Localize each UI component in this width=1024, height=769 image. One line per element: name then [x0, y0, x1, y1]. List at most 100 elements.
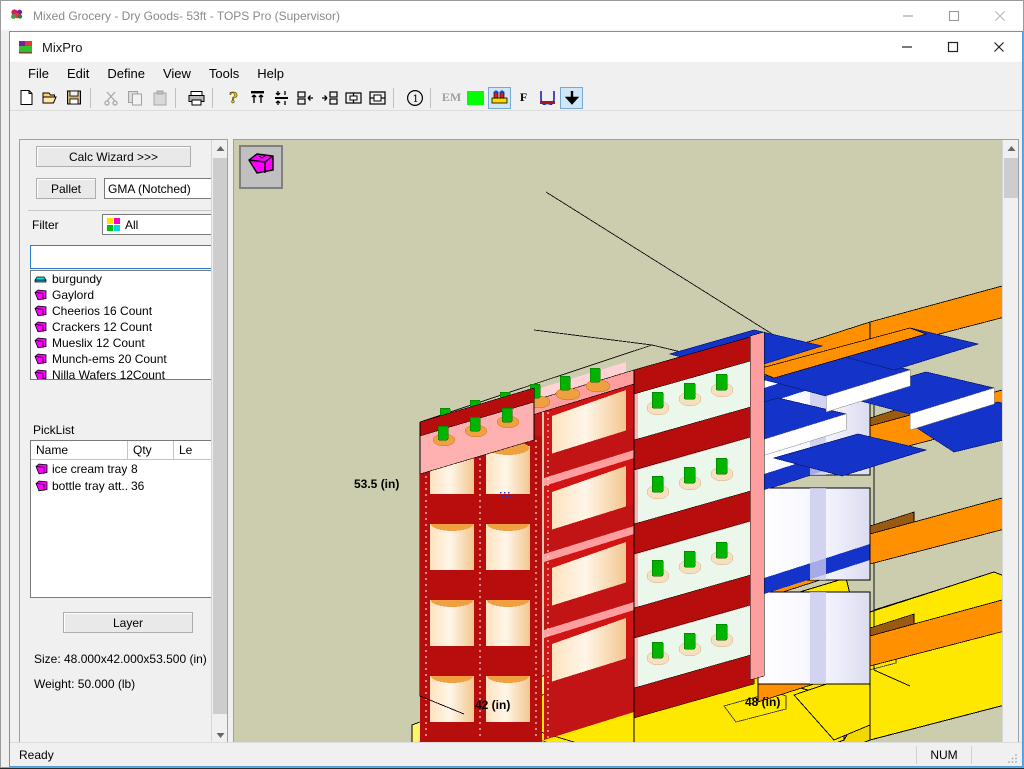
left-panel: Calc Wizard >>> Pallet GMA (Notched) Fil…: [19, 139, 229, 761]
view-3d-button[interactable]: [239, 145, 283, 189]
picklist-cell-qty: 8: [131, 461, 138, 476]
menu-define[interactable]: Define: [98, 64, 154, 83]
pallet-load-icon[interactable]: [488, 86, 511, 109]
menu-tools[interactable]: Tools: [200, 64, 248, 83]
pallet-type-combo[interactable]: GMA (Notched): [104, 178, 212, 199]
status-text: Ready: [19, 747, 54, 762]
mixpro-titlebar[interactable]: MixPro: [10, 32, 1022, 62]
list-item[interactable]: Nilla Wafers 12Count: [31, 367, 212, 379]
toolbar: ? 1 EM F: [10, 85, 1022, 111]
menu-help[interactable]: Help: [248, 64, 293, 83]
width-dimension-label: 48 (in): [745, 695, 781, 709]
clipboard-paste-icon[interactable]: [148, 87, 171, 109]
layer-button[interactable]: Layer: [63, 612, 193, 633]
circled-one-icon[interactable]: 1: [403, 87, 426, 109]
align-right-icon[interactable]: [318, 87, 341, 109]
list-item[interactable]: Munch-ems 20 Count: [31, 351, 212, 367]
statusbar: Ready NUM: [10, 742, 1022, 766]
object-name-input[interactable]: [30, 245, 212, 269]
list-item[interactable]: burgundy: [31, 271, 212, 287]
mixpro-maximize-button[interactable]: [930, 32, 976, 62]
client-area: Calc Wizard >>> Pallet GMA (Notched) Fil…: [15, 114, 1019, 761]
box-icon: [34, 369, 47, 379]
new-document-icon[interactable]: [15, 87, 38, 109]
open-folder-icon[interactable]: [39, 87, 62, 109]
floppy-save-icon[interactable]: [63, 87, 86, 109]
color-swatch-button[interactable]: [464, 87, 487, 109]
table-row[interactable]: bottle tray att... 36 1: [31, 477, 212, 494]
toolbar-separator: [90, 87, 97, 108]
viewport-scroll-thumb[interactable]: [1004, 158, 1018, 198]
menu-edit[interactable]: Edit: [58, 64, 98, 83]
outer-titlebar[interactable]: Mixed Grocery - Dry Goods- 53ft - TOPS P…: [1, 1, 1023, 31]
left-panel-scroll-thumb[interactable]: [213, 158, 227, 714]
left-panel-vertical-scrollbar[interactable]: [211, 140, 227, 744]
picklist-label: PickList: [33, 423, 75, 437]
align-top-icon[interactable]: [246, 87, 269, 109]
mixpro-caption-buttons: [884, 32, 1022, 62]
align-left-icon[interactable]: [294, 87, 317, 109]
box-icon: [34, 305, 47, 317]
picklist-column-name[interactable]: Name: [31, 441, 127, 459]
table-row[interactable]: ice cream tray 8 2: [31, 460, 212, 477]
menu-file[interactable]: File: [19, 64, 58, 83]
picklist-table[interactable]: Name Qty Le ice cream tray 8 bottle tray…: [30, 440, 212, 598]
mixpro-minimize-button[interactable]: [884, 32, 930, 62]
window-resize-grip-icon[interactable]: [1007, 751, 1018, 763]
list-item-label: Cheerios 16 Count: [52, 304, 153, 318]
align-center-icon[interactable]: [270, 87, 293, 109]
picklist-column-qty[interactable]: Qty: [127, 441, 173, 459]
box-icon: [34, 353, 47, 365]
picklist-column-le[interactable]: Le: [173, 441, 212, 459]
copy-icon[interactable]: [124, 87, 147, 109]
mixpro-close-button[interactable]: [976, 32, 1022, 62]
box-icon: [34, 337, 47, 349]
outer-minimize-button[interactable]: [885, 1, 931, 31]
menu-view[interactable]: View: [154, 64, 200, 83]
distribute-vertical-icon[interactable]: [366, 87, 389, 109]
distribute-horizontal-icon[interactable]: [342, 87, 365, 109]
bottle-cases-right: [633, 331, 765, 719]
weight-text: Weight: 50.000 (lb): [34, 677, 136, 691]
object-list[interactable]: burgundy Gaylord Cheerios 16 Count Crack…: [30, 270, 212, 380]
list-item-label: burgundy: [52, 272, 103, 286]
printer-icon[interactable]: [185, 87, 208, 109]
calc-wizard-button[interactable]: Calc Wizard >>>: [36, 146, 191, 167]
toolbar-separator: [430, 87, 437, 108]
magenta-box-icon: [246, 151, 276, 184]
list-item[interactable]: Cheerios 16 Count: [31, 303, 212, 319]
f-label: F: [519, 90, 528, 104]
picklist-cell-name: bottle tray att...: [52, 478, 127, 493]
num-lock-indicator: NUM: [916, 746, 972, 764]
list-item[interactable]: Gaylord: [31, 287, 212, 303]
pallet-3d-viewport[interactable]: 53.5 (in) 42 (in) 48 (in): [233, 139, 1019, 761]
box-icon: [34, 321, 47, 333]
outer-maximize-button[interactable]: [931, 1, 977, 31]
size-text: Size: 48.000x42.000x53.500 (in): [34, 652, 207, 666]
viewport-vertical-scrollbar[interactable]: [1002, 140, 1018, 760]
filter-combo[interactable]: All: [102, 214, 212, 235]
box-icon: [35, 480, 48, 492]
list-item[interactable]: Mueslix 12 Count: [31, 335, 212, 351]
height-dimension-label: 53.5 (in): [354, 477, 400, 491]
scissors-icon[interactable]: [100, 87, 123, 109]
picklist-cell-qty: 36: [131, 478, 145, 493]
outer-window-title: Mixed Grocery - Dry Goods- 53ft - TOPS P…: [33, 9, 340, 23]
scroll-up-arrow-icon[interactable]: [212, 140, 228, 157]
question-mark-icon[interactable]: ?: [222, 87, 245, 109]
panel-divider: [28, 210, 212, 211]
picklist-header-row: Name Qty Le: [31, 441, 212, 460]
viewport-scroll-up-arrow-icon[interactable]: [1003, 140, 1018, 157]
toolbar-separator: [175, 87, 182, 108]
list-item-label: Mueslix 12 Count: [52, 336, 145, 350]
u-shape-icon[interactable]: [536, 87, 559, 109]
pallet-load-drawing: [411, 191, 1018, 760]
box-icon: [35, 463, 48, 475]
f-button[interactable]: F: [512, 87, 535, 109]
list-item[interactable]: Crackers 12 Count: [31, 319, 212, 335]
em-button[interactable]: EM: [440, 87, 463, 109]
pallet-button[interactable]: Pallet: [36, 178, 96, 199]
picklist-cell-name: ice cream tray: [52, 461, 127, 476]
down-arrow-icon[interactable]: [560, 86, 583, 109]
outer-close-button[interactable]: [977, 1, 1023, 31]
